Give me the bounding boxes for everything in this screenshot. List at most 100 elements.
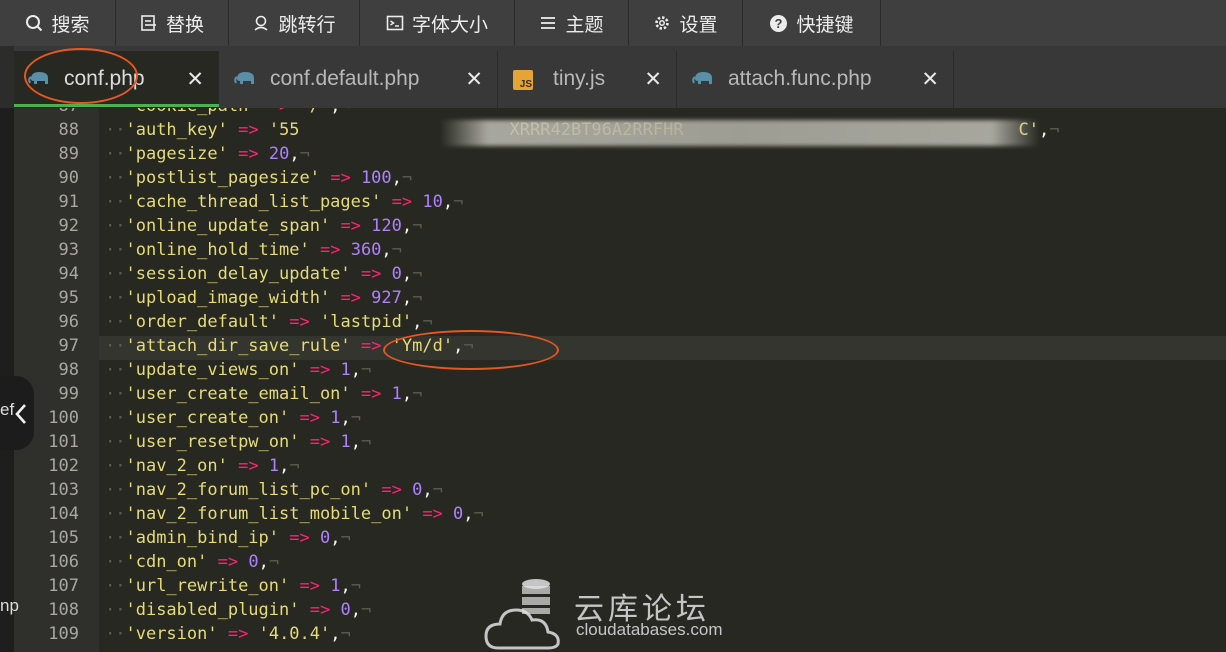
comma: , bbox=[279, 456, 290, 476]
config-value: '4.0.4' bbox=[258, 624, 331, 644]
comma: , bbox=[401, 288, 413, 308]
code-line: ··'cookie_path' => '/',¬ bbox=[105, 108, 351, 118]
end-of-line-marker: ¬ bbox=[432, 480, 443, 500]
indent-marker: ·· bbox=[105, 336, 126, 356]
menu-icon bbox=[541, 17, 556, 29]
shortcuts-button[interactable]: ? 快捷键 bbox=[743, 0, 881, 46]
config-key: 'nav_2_forum_list_pc_on' bbox=[125, 480, 372, 500]
comma: , bbox=[350, 432, 361, 452]
php-elephant-icon bbox=[234, 72, 254, 84]
code-line: ··'user_create_on' => 1,¬ bbox=[105, 406, 361, 430]
comma: , bbox=[340, 408, 351, 428]
js-file-icon: JS bbox=[513, 70, 533, 90]
close-icon[interactable]: ✕ bbox=[644, 67, 662, 92]
svg-text:?: ? bbox=[775, 16, 783, 31]
config-value: 0 bbox=[248, 552, 259, 572]
goto-line-button[interactable]: 跳转行 bbox=[229, 0, 360, 46]
replace-label: 替换 bbox=[165, 14, 204, 36]
config-key: 'session_delay_update' bbox=[125, 264, 351, 284]
comma: , bbox=[442, 192, 454, 212]
goto-line-label: 跳转行 bbox=[278, 14, 336, 36]
config-value: 120 bbox=[371, 216, 402, 236]
comma: , bbox=[412, 312, 423, 332]
line-number: 88 bbox=[58, 120, 79, 140]
php-elephant-icon bbox=[28, 72, 48, 84]
comma: , bbox=[401, 264, 413, 284]
end-of-line-marker: ¬ bbox=[453, 192, 464, 212]
line-number: 99 bbox=[58, 384, 79, 404]
code-editor[interactable]: ··'cookie_path' => '/',¬··'auth_key' => … bbox=[99, 108, 1226, 652]
terminal-icon bbox=[386, 15, 404, 31]
code-line: ··'url_rewrite_on' => 1,¬ bbox=[105, 574, 361, 598]
line-number: 94 bbox=[58, 264, 79, 284]
indent-marker: ·· bbox=[105, 600, 126, 620]
end-of-line-marker: ¬ bbox=[412, 384, 423, 404]
settings-button[interactable]: 设置 bbox=[629, 0, 743, 46]
close-icon[interactable]: ✕ bbox=[186, 67, 204, 92]
line-number: 97 bbox=[58, 336, 79, 356]
end-of-line-marker: ¬ bbox=[401, 168, 413, 188]
config-key: 'admin_bind_ip' bbox=[125, 528, 280, 548]
end-of-line-marker: ¬ bbox=[340, 624, 351, 644]
cloud-database-icon bbox=[484, 579, 560, 650]
config-key: 'user_create_on' bbox=[125, 408, 290, 428]
config-value: 1 bbox=[340, 432, 351, 452]
arrow-operator: => bbox=[238, 144, 259, 164]
config-key: 'online_update_span' bbox=[125, 216, 331, 236]
code-line: ··'admin_bind_ip' => 0,¬ bbox=[105, 526, 351, 550]
end-of-line-marker: ¬ bbox=[473, 504, 484, 524]
arrow-operator: => bbox=[299, 576, 320, 596]
font-size-label: 字体大小 bbox=[411, 14, 488, 36]
config-value: 0 bbox=[391, 264, 402, 284]
search-button[interactable]: 搜索 bbox=[0, 0, 116, 46]
end-of-line-marker: ¬ bbox=[422, 312, 433, 332]
tab-attach-func-php[interactable]: attach.func.php ✕ bbox=[678, 51, 954, 108]
end-of-line-marker: ¬ bbox=[412, 288, 423, 308]
active-tab-indicator bbox=[14, 104, 219, 107]
close-icon[interactable]: ✕ bbox=[921, 67, 939, 92]
code-line: ··'disabled_plugin' => 0,¬ bbox=[105, 598, 371, 622]
config-key: 'disabled_plugin' bbox=[125, 600, 300, 620]
indent-marker: ·· bbox=[105, 240, 126, 260]
comma: , bbox=[350, 600, 361, 620]
close-icon[interactable]: ✕ bbox=[465, 67, 483, 92]
line-number: 109 bbox=[48, 624, 79, 644]
config-value: 927 bbox=[371, 288, 402, 308]
theme-button[interactable]: 主题 bbox=[515, 0, 629, 46]
end-of-line-marker: ¬ bbox=[340, 528, 351, 548]
config-value: 1 bbox=[268, 456, 280, 476]
config-key: 'attach_dir_save_rule' bbox=[125, 336, 351, 356]
indent-marker: ·· bbox=[105, 312, 126, 332]
tab-conf-default-php[interactable]: conf.default.php ✕ bbox=[220, 51, 498, 108]
line-number: 95 bbox=[58, 288, 79, 308]
config-key: 'update_views_on' bbox=[125, 360, 300, 380]
replace-button[interactable]: 替换 bbox=[116, 0, 229, 46]
end-of-line-marker: ¬ bbox=[350, 408, 361, 428]
arrow-operator: => bbox=[360, 384, 382, 404]
search-icon bbox=[26, 15, 43, 32]
config-key: 'user_create_email_on' bbox=[125, 384, 351, 404]
tab-label: attach.func.php bbox=[728, 67, 872, 90]
line-number: 90 bbox=[58, 168, 79, 188]
config-key: 'online_hold_time' bbox=[125, 240, 310, 260]
gear-icon bbox=[655, 16, 670, 30]
indent-marker: ·· bbox=[105, 288, 126, 308]
code-line: ··'cache_thread_list_pages' => 10,¬ bbox=[105, 190, 463, 214]
config-key: 'url_rewrite_on' bbox=[125, 576, 290, 596]
comma: , bbox=[453, 336, 464, 356]
code-line: ··'user_resetpw_on' => 1,¬ bbox=[105, 430, 371, 454]
code-line: ··'version' => '4.0.4',¬ bbox=[105, 622, 351, 646]
comma: , bbox=[330, 528, 341, 548]
shortcuts-label: 快捷键 bbox=[796, 14, 854, 36]
line-number: 104 bbox=[48, 504, 79, 524]
tab-tiny-js[interactable]: JS tiny.js ✕ bbox=[499, 51, 677, 108]
indent-marker: ·· bbox=[105, 216, 126, 236]
arrow-operator: => bbox=[299, 408, 320, 428]
comma: , bbox=[350, 360, 361, 380]
comma: , bbox=[330, 108, 340, 116]
arrow-operator: => bbox=[330, 168, 351, 188]
tab-conf-php[interactable]: conf.php ✕ bbox=[14, 51, 219, 108]
font-size-button[interactable]: 字体大小 bbox=[360, 0, 515, 46]
line-number: 103 bbox=[48, 480, 79, 500]
